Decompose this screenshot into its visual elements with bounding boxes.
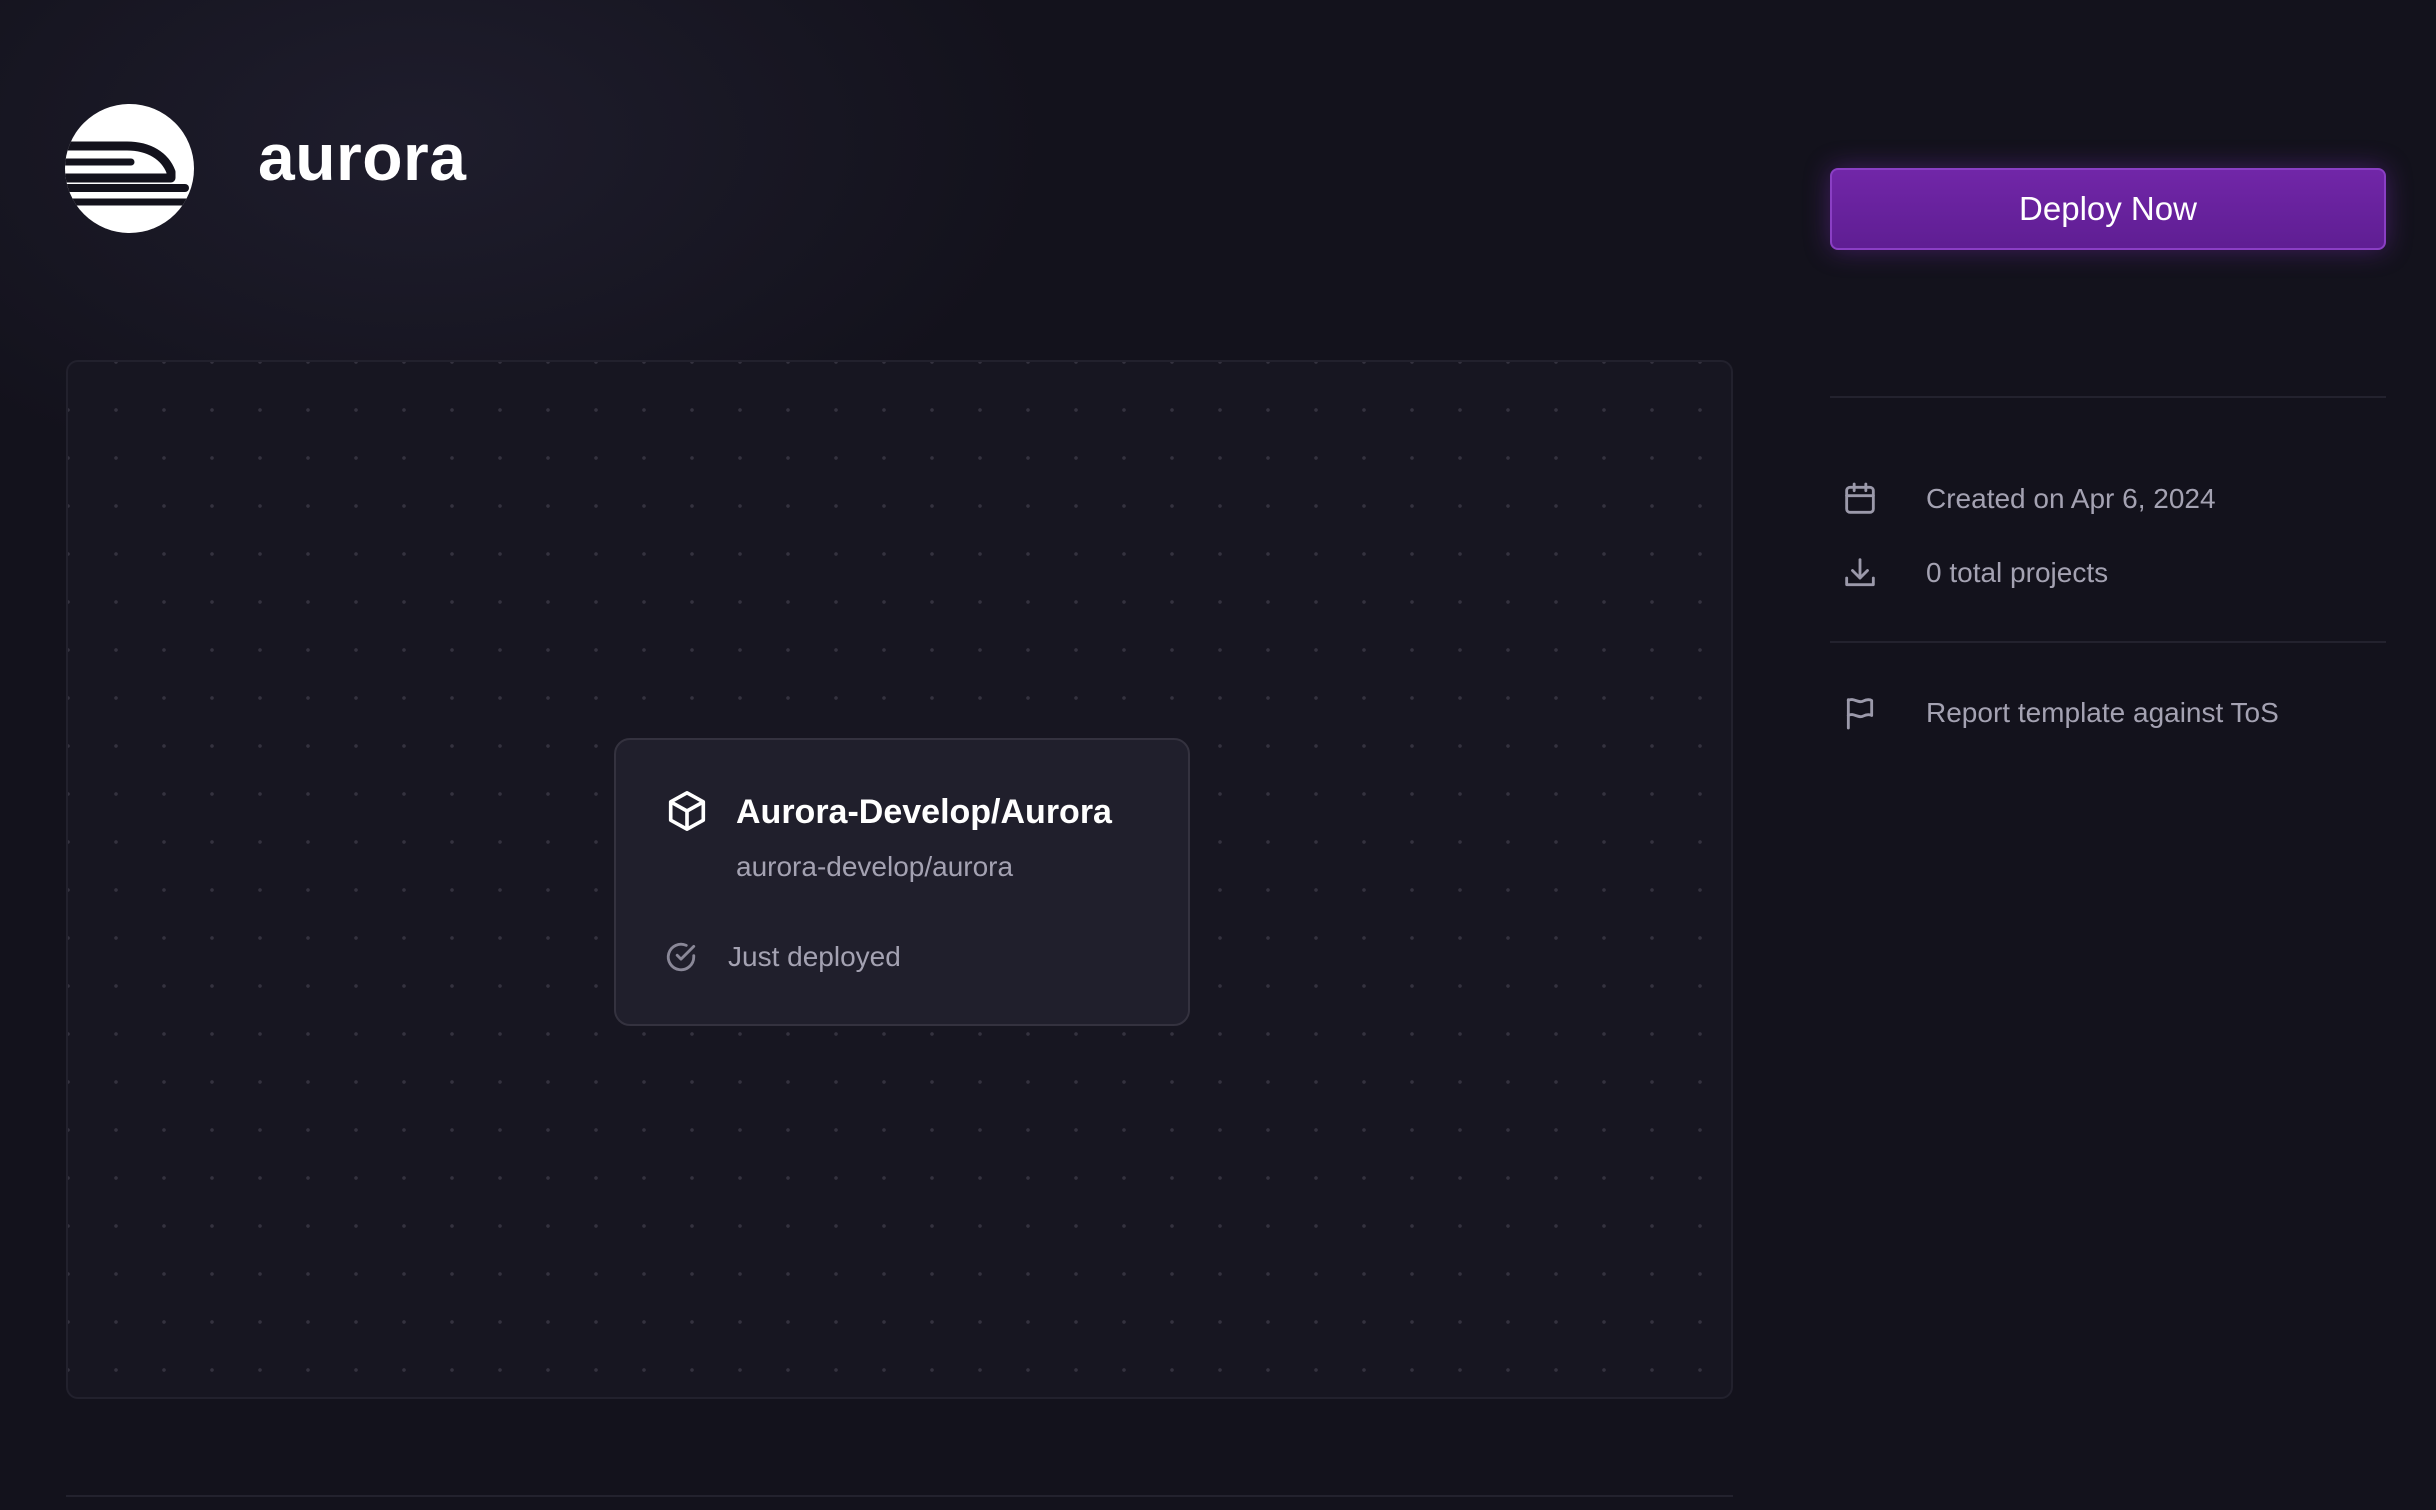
sidebar-divider-top — [1830, 396, 2386, 398]
content-divider-bottom — [66, 1495, 1733, 1497]
report-template-text: Report template against ToS — [1926, 697, 2279, 728]
aurora-logo-icon — [65, 104, 194, 233]
deploy-status: Just deployed — [728, 941, 901, 972]
total-projects-row: 0 total projects — [1830, 551, 2108, 595]
check-circle-icon — [664, 940, 698, 974]
created-date-row: Created on Apr 6, 2024 — [1830, 477, 2216, 521]
download-icon — [1840, 553, 1880, 593]
template-title: aurora — [258, 120, 467, 194]
cube-icon — [664, 788, 710, 834]
total-projects-text: 0 total projects — [1926, 557, 2109, 588]
service-repo: aurora-develop/aurora — [736, 851, 1014, 882]
template-page: aurora Deploy Now Aurora-Develop/Aurora … — [0, 0, 2436, 1510]
created-date-text: Created on Apr 6, 2024 — [1926, 483, 2216, 514]
report-template-link[interactable]: Report template against ToS — [1830, 691, 2279, 735]
deploy-now-button[interactable]: Deploy Now — [1830, 168, 2386, 250]
calendar-icon — [1840, 479, 1880, 519]
flag-icon — [1840, 693, 1880, 733]
sidebar-divider-bottom — [1830, 641, 2386, 643]
service-name: Aurora-Develop/Aurora — [736, 793, 1112, 831]
service-card[interactable]: Aurora-Develop/Aurora aurora-develop/aur… — [614, 738, 1190, 1026]
